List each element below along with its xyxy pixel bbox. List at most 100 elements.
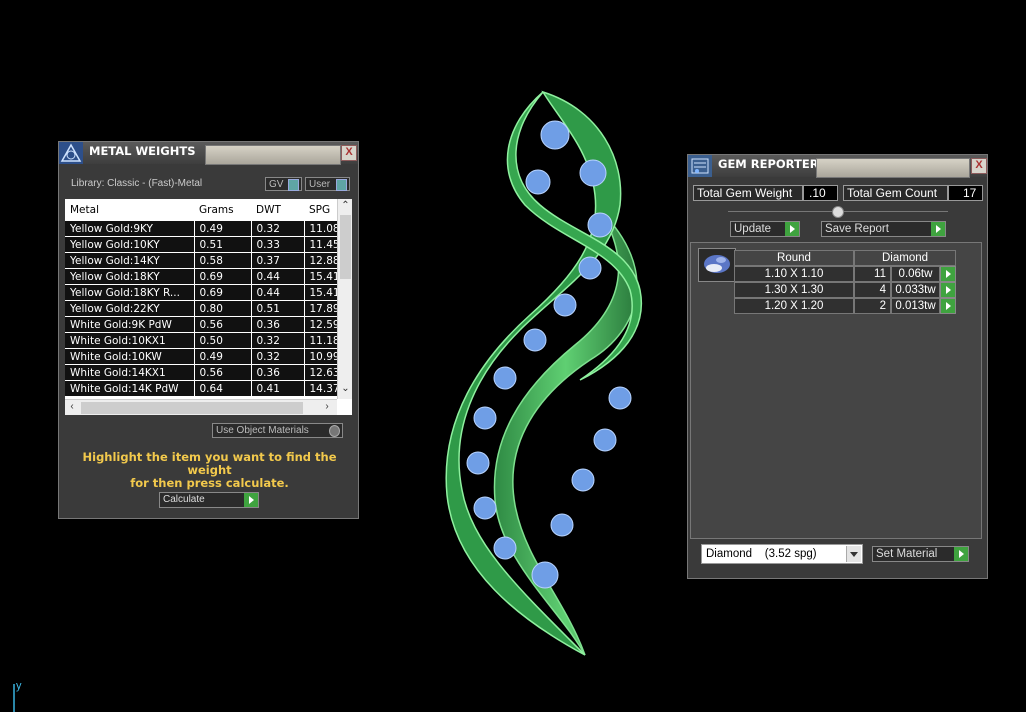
gem-header-material: Diamond [854, 250, 956, 266]
metal-weights-table: Metal Grams DWT SPG Yellow Gold:9KY 0.49 0… [65, 199, 346, 397]
grams-cell: 0.49 [194, 221, 252, 237]
metal-weights-title: METAL WEIGHTS [89, 144, 196, 158]
table-row[interactable]: Yellow Gold:14KY 0.58 0.37 12.88 [65, 252, 346, 269]
total-gem-count-value: 17 [948, 185, 983, 201]
metal-weights-panel: METAL WEIGHTS X Library: Classic - (Fast… [58, 141, 359, 519]
table-row[interactable]: White Gold:14K PdW 0.64 0.41 14.37 [65, 380, 346, 397]
table-row[interactable]: Yellow Gold:18KY R... 0.69 0.44 15.41 [65, 284, 346, 301]
axis-y-label: y [16, 680, 22, 692]
titlebar-fill [205, 145, 341, 165]
table-row[interactable]: White Gold:10KW 0.49 0.32 10.99 [65, 348, 346, 365]
scroll-thumb[interactable] [340, 215, 351, 279]
col-header-grams[interactable]: Grams [194, 199, 251, 221]
scroll-up-icon[interactable]: ⌃ [338, 200, 352, 211]
scroll-thumb[interactable] [81, 402, 303, 414]
metal-cell: Yellow Gold:14KY [65, 252, 195, 269]
grams-cell: 0.64 [194, 380, 252, 397]
table-row[interactable]: Yellow Gold:22KY 0.80 0.51 17.89 [65, 300, 346, 317]
scroll-down-icon[interactable]: ⌄ [338, 383, 352, 394]
save-report-button[interactable]: Save Report [821, 221, 946, 237]
chevron-down-icon[interactable] [846, 546, 861, 562]
col-header-metal[interactable]: Metal [65, 199, 194, 221]
toggle-knob-icon [336, 179, 347, 191]
metal-table-vertical-scrollbar[interactable]: ⌃ ⌄ [337, 199, 352, 399]
play-arrow-icon [941, 299, 955, 313]
update-button[interactable]: Update [730, 221, 800, 237]
play-arrow-icon [785, 222, 799, 236]
round-diamond-icon [704, 255, 730, 273]
total-gem-weight-label: Total Gem Weight [693, 185, 803, 201]
update-label: Update [734, 223, 772, 235]
use-object-materials-toggle[interactable]: Use Object Materials [212, 423, 343, 438]
col-header-dwt[interactable]: DWT [251, 199, 304, 221]
table-row[interactable]: Yellow Gold:18KY 0.69 0.44 15.41 [65, 268, 346, 285]
play-arrow-icon [941, 283, 955, 297]
collapse-toggle-icon[interactable] [832, 206, 844, 218]
gem-reporter-panel: GEM REPORTER X Total Gem Weight .10 Tota… [687, 154, 988, 579]
scroll-right-icon[interactable]: › [322, 401, 332, 412]
metal-cell: Yellow Gold:10KY [65, 236, 195, 253]
table-row[interactable]: White Gold:14KX1 0.56 0.36 12.63 [65, 364, 346, 381]
gem-row-play-button[interactable] [940, 266, 956, 282]
grams-cell: 0.51 [194, 236, 252, 253]
gem-row-play-button[interactable] [940, 282, 956, 298]
table-row[interactable]: White Gold:9K PdW 0.56 0.36 12.59 [65, 316, 346, 333]
close-icon[interactable]: X [971, 158, 987, 174]
gem-shape-thumbnail[interactable] [698, 248, 736, 282]
metal-table: Metal Grams DWT SPG Yellow Gold:9KY 0.49 0… [65, 199, 352, 415]
gem-size-cell: 1.30 X 1.30 [734, 282, 854, 298]
set-material-label: Set Material [876, 548, 938, 560]
gem-weight-cell: 0.013tw [891, 298, 940, 314]
grams-cell: 0.56 [194, 364, 252, 381]
dwt-cell: 0.32 [251, 221, 305, 237]
table-row[interactable]: White Gold:10KX1 0.50 0.32 11.18 [65, 332, 346, 349]
close-icon[interactable]: X [341, 145, 357, 161]
scroll-left-icon[interactable]: ‹ [67, 401, 77, 412]
gem-reporter-titlebar[interactable]: GEM REPORTER X [688, 155, 987, 178]
gem-count-cell: 4 [854, 282, 891, 298]
user-toggle-label: User [309, 179, 331, 190]
grams-cell: 0.56 [194, 316, 252, 333]
gem-row-play-button[interactable] [940, 298, 956, 314]
metal-cell: Yellow Gold:18KY R... [65, 284, 195, 301]
play-arrow-icon [244, 493, 258, 507]
metal-weights-titlebar[interactable]: METAL WEIGHTS X [59, 142, 358, 165]
calculate-button[interactable]: Calculate [159, 492, 259, 508]
axis-y-line [13, 684, 15, 712]
instruction-line-1: Highlight the item you want to find the … [82, 450, 337, 477]
save-report-label: Save Report [825, 223, 889, 235]
dwt-cell: 0.33 [251, 236, 305, 253]
dwt-cell: 0.51 [251, 300, 305, 317]
gem-size-cell: 1.10 X 1.10 [734, 266, 854, 282]
metal-cell: Yellow Gold:18KY [65, 268, 195, 285]
gem-weight-cell: 0.033tw [891, 282, 940, 298]
table-row[interactable]: Yellow Gold:9KY 0.49 0.32 11.08 [65, 221, 346, 237]
gem-reporter-logo-icon [688, 155, 712, 177]
play-arrow-icon [941, 267, 955, 281]
gem-count-cell: 11 [854, 266, 891, 282]
dwt-cell: 0.32 [251, 332, 305, 349]
grams-cell: 0.50 [194, 332, 252, 349]
metal-cell: White Gold:9K PdW [65, 316, 195, 333]
app-logo-icon [59, 142, 83, 164]
dwt-cell: 0.41 [251, 380, 305, 397]
table-row[interactable]: Yellow Gold:10KY 0.51 0.33 11.45 [65, 236, 346, 253]
toggle-knob-icon [329, 425, 340, 437]
metal-table-horizontal-scrollbar[interactable]: ‹ › [65, 399, 337, 415]
material-select-value: Diamond (3.52 spg) [706, 548, 817, 560]
gem-weight-cell: 0.06tw [891, 266, 940, 282]
set-material-button[interactable]: Set Material [872, 546, 969, 562]
gem-size-cell: 1.20 X 1.20 [734, 298, 854, 314]
use-object-materials-label: Use Object Materials [216, 425, 309, 436]
material-select[interactable]: Diamond (3.52 spg) [701, 544, 863, 564]
instruction-text: Highlight the item you want to find the … [69, 451, 350, 490]
gem-header-shape: Round [734, 250, 854, 266]
titlebar-fill [816, 158, 970, 178]
instruction-line-2: for then press calculate. [130, 476, 289, 490]
play-arrow-icon [954, 547, 968, 561]
dwt-cell: 0.44 [251, 268, 305, 285]
gv-toggle[interactable]: GV [265, 177, 302, 191]
toggle-knob-icon [288, 179, 299, 191]
user-toggle[interactable]: User [305, 177, 350, 191]
metal-cell: White Gold:14K PdW [65, 380, 195, 397]
